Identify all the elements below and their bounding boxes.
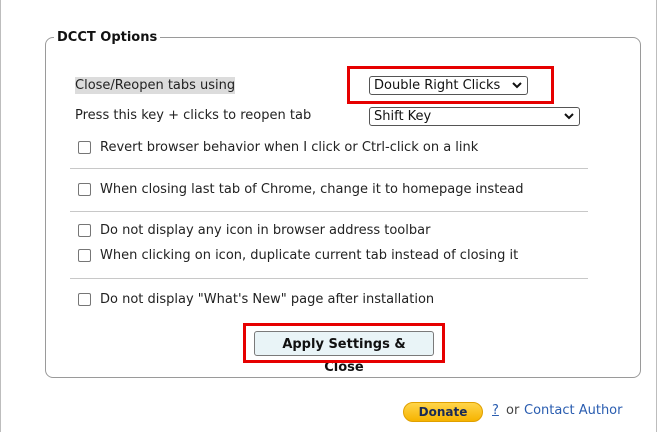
- last-tab-homepage-checkbox[interactable]: [78, 183, 91, 196]
- divider: [70, 211, 588, 212]
- hide-toolbar-icon-label: Do not display any icon in browser addre…: [100, 223, 431, 238]
- whats-new-label: Do not display "What's New" page after i…: [100, 292, 435, 307]
- hide-toolbar-icon-checkbox[interactable]: [78, 224, 91, 237]
- chevron-down-icon: [564, 113, 574, 120]
- help-link[interactable]: ?: [492, 403, 499, 418]
- highlight-box-select: [347, 66, 554, 104]
- divider: [70, 168, 588, 169]
- reopen-key-label: Press this key + clicks to reopen tab: [75, 108, 312, 123]
- highlight-box-apply: [243, 323, 445, 363]
- revert-behavior-checkbox[interactable]: [78, 141, 91, 154]
- contact-author-link[interactable]: Contact Author: [524, 403, 622, 418]
- close-reopen-label-text: Close/Reopen tabs using: [75, 77, 236, 94]
- last-tab-homepage-label: When closing last tab of Chrome, change …: [100, 182, 524, 197]
- revert-behavior-label: Revert browser behavior when I click or …: [100, 140, 479, 155]
- close-reopen-label: Close/Reopen tabs using: [75, 77, 236, 94]
- duplicate-tab-label: When clicking on icon, duplicate current…: [100, 248, 519, 263]
- footer-separator: or: [506, 403, 520, 418]
- reopen-key-selected: Shift Key: [374, 109, 432, 124]
- options-legend: DCCT Options: [57, 30, 158, 45]
- whats-new-checkbox[interactable]: [78, 293, 91, 306]
- donate-button[interactable]: Donate: [403, 402, 483, 422]
- reopen-key-select[interactable]: Shift Key: [369, 107, 580, 126]
- divider: [70, 278, 588, 279]
- duplicate-tab-checkbox[interactable]: [78, 249, 91, 262]
